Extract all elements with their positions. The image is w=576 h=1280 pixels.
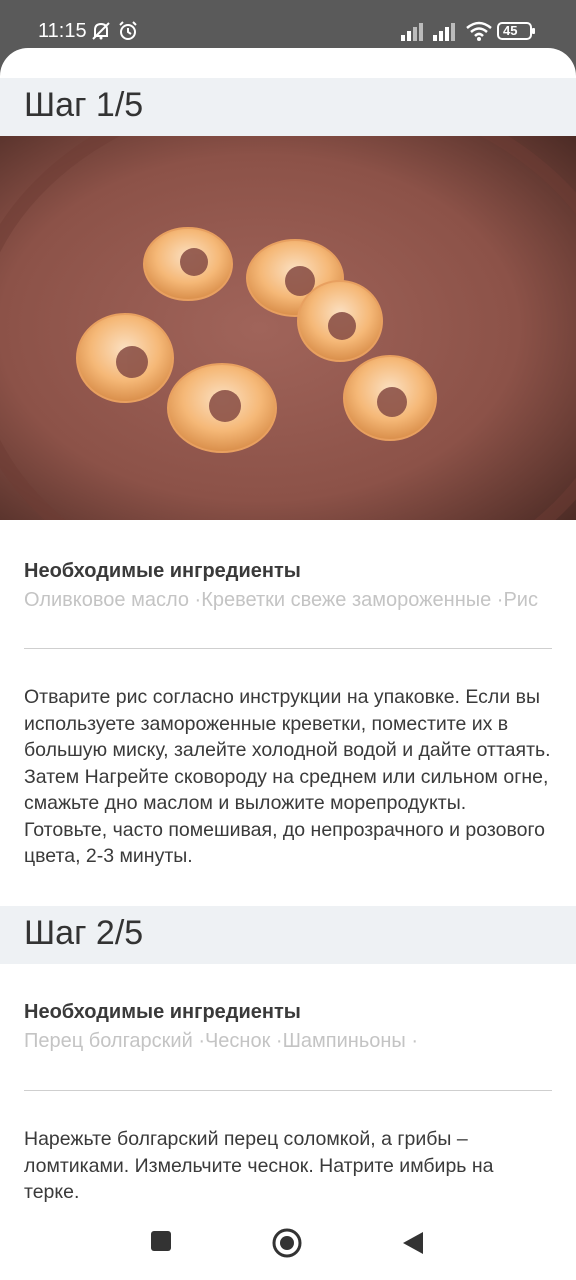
step-1-ingredients-list: Оливковое масло ·Креветки свеже замороже…	[24, 589, 538, 611]
navigation-bar	[0, 1210, 576, 1280]
step-1-instructions: Отварите рис согласно инструкции на упак…	[24, 686, 551, 867]
notifications-muted-icon	[90, 20, 112, 42]
alarm-icon	[117, 20, 139, 42]
recipe-steps-sheet[interactable]: Шаг 1/5 Необходимые ингредиенты Оливково…	[0, 48, 576, 1280]
divider	[24, 1090, 552, 1091]
battery-level: 45	[503, 23, 518, 38]
recents-square-icon[interactable]	[150, 1230, 172, 1257]
step-2-ingredients-list: Перец болгарский ·Чеснок ·Шампиньоны ·	[24, 1030, 418, 1052]
step-2-title: Шаг 2/5	[24, 914, 144, 952]
battery-icon: 45	[497, 20, 537, 42]
wifi-icon	[466, 20, 492, 42]
step-2-ingredients-title: Необходимые ингредиенты	[24, 1001, 301, 1023]
divider	[24, 648, 552, 649]
home-circle-icon[interactable]	[272, 1228, 302, 1263]
step-1-ingredients-title: Необходимые ингредиенты	[24, 560, 301, 582]
shrimp-in-pan-photo	[0, 79, 576, 613]
step-2-header: Шаг 2/5	[0, 906, 576, 964]
back-triangle-icon[interactable]	[402, 1231, 424, 1260]
step-2-instructions: Нарежьте болгарский перец соломкой, а гр…	[24, 1128, 494, 1203]
signal-icon-2	[432, 20, 460, 42]
status-time: 11:15	[38, 20, 87, 42]
status-bar: 11:15 45	[0, 0, 576, 48]
signal-icon	[400, 20, 428, 42]
step-1-title: Шаг 1/5	[24, 86, 144, 124]
step-1-header: Шаг 1/5	[0, 78, 576, 136]
